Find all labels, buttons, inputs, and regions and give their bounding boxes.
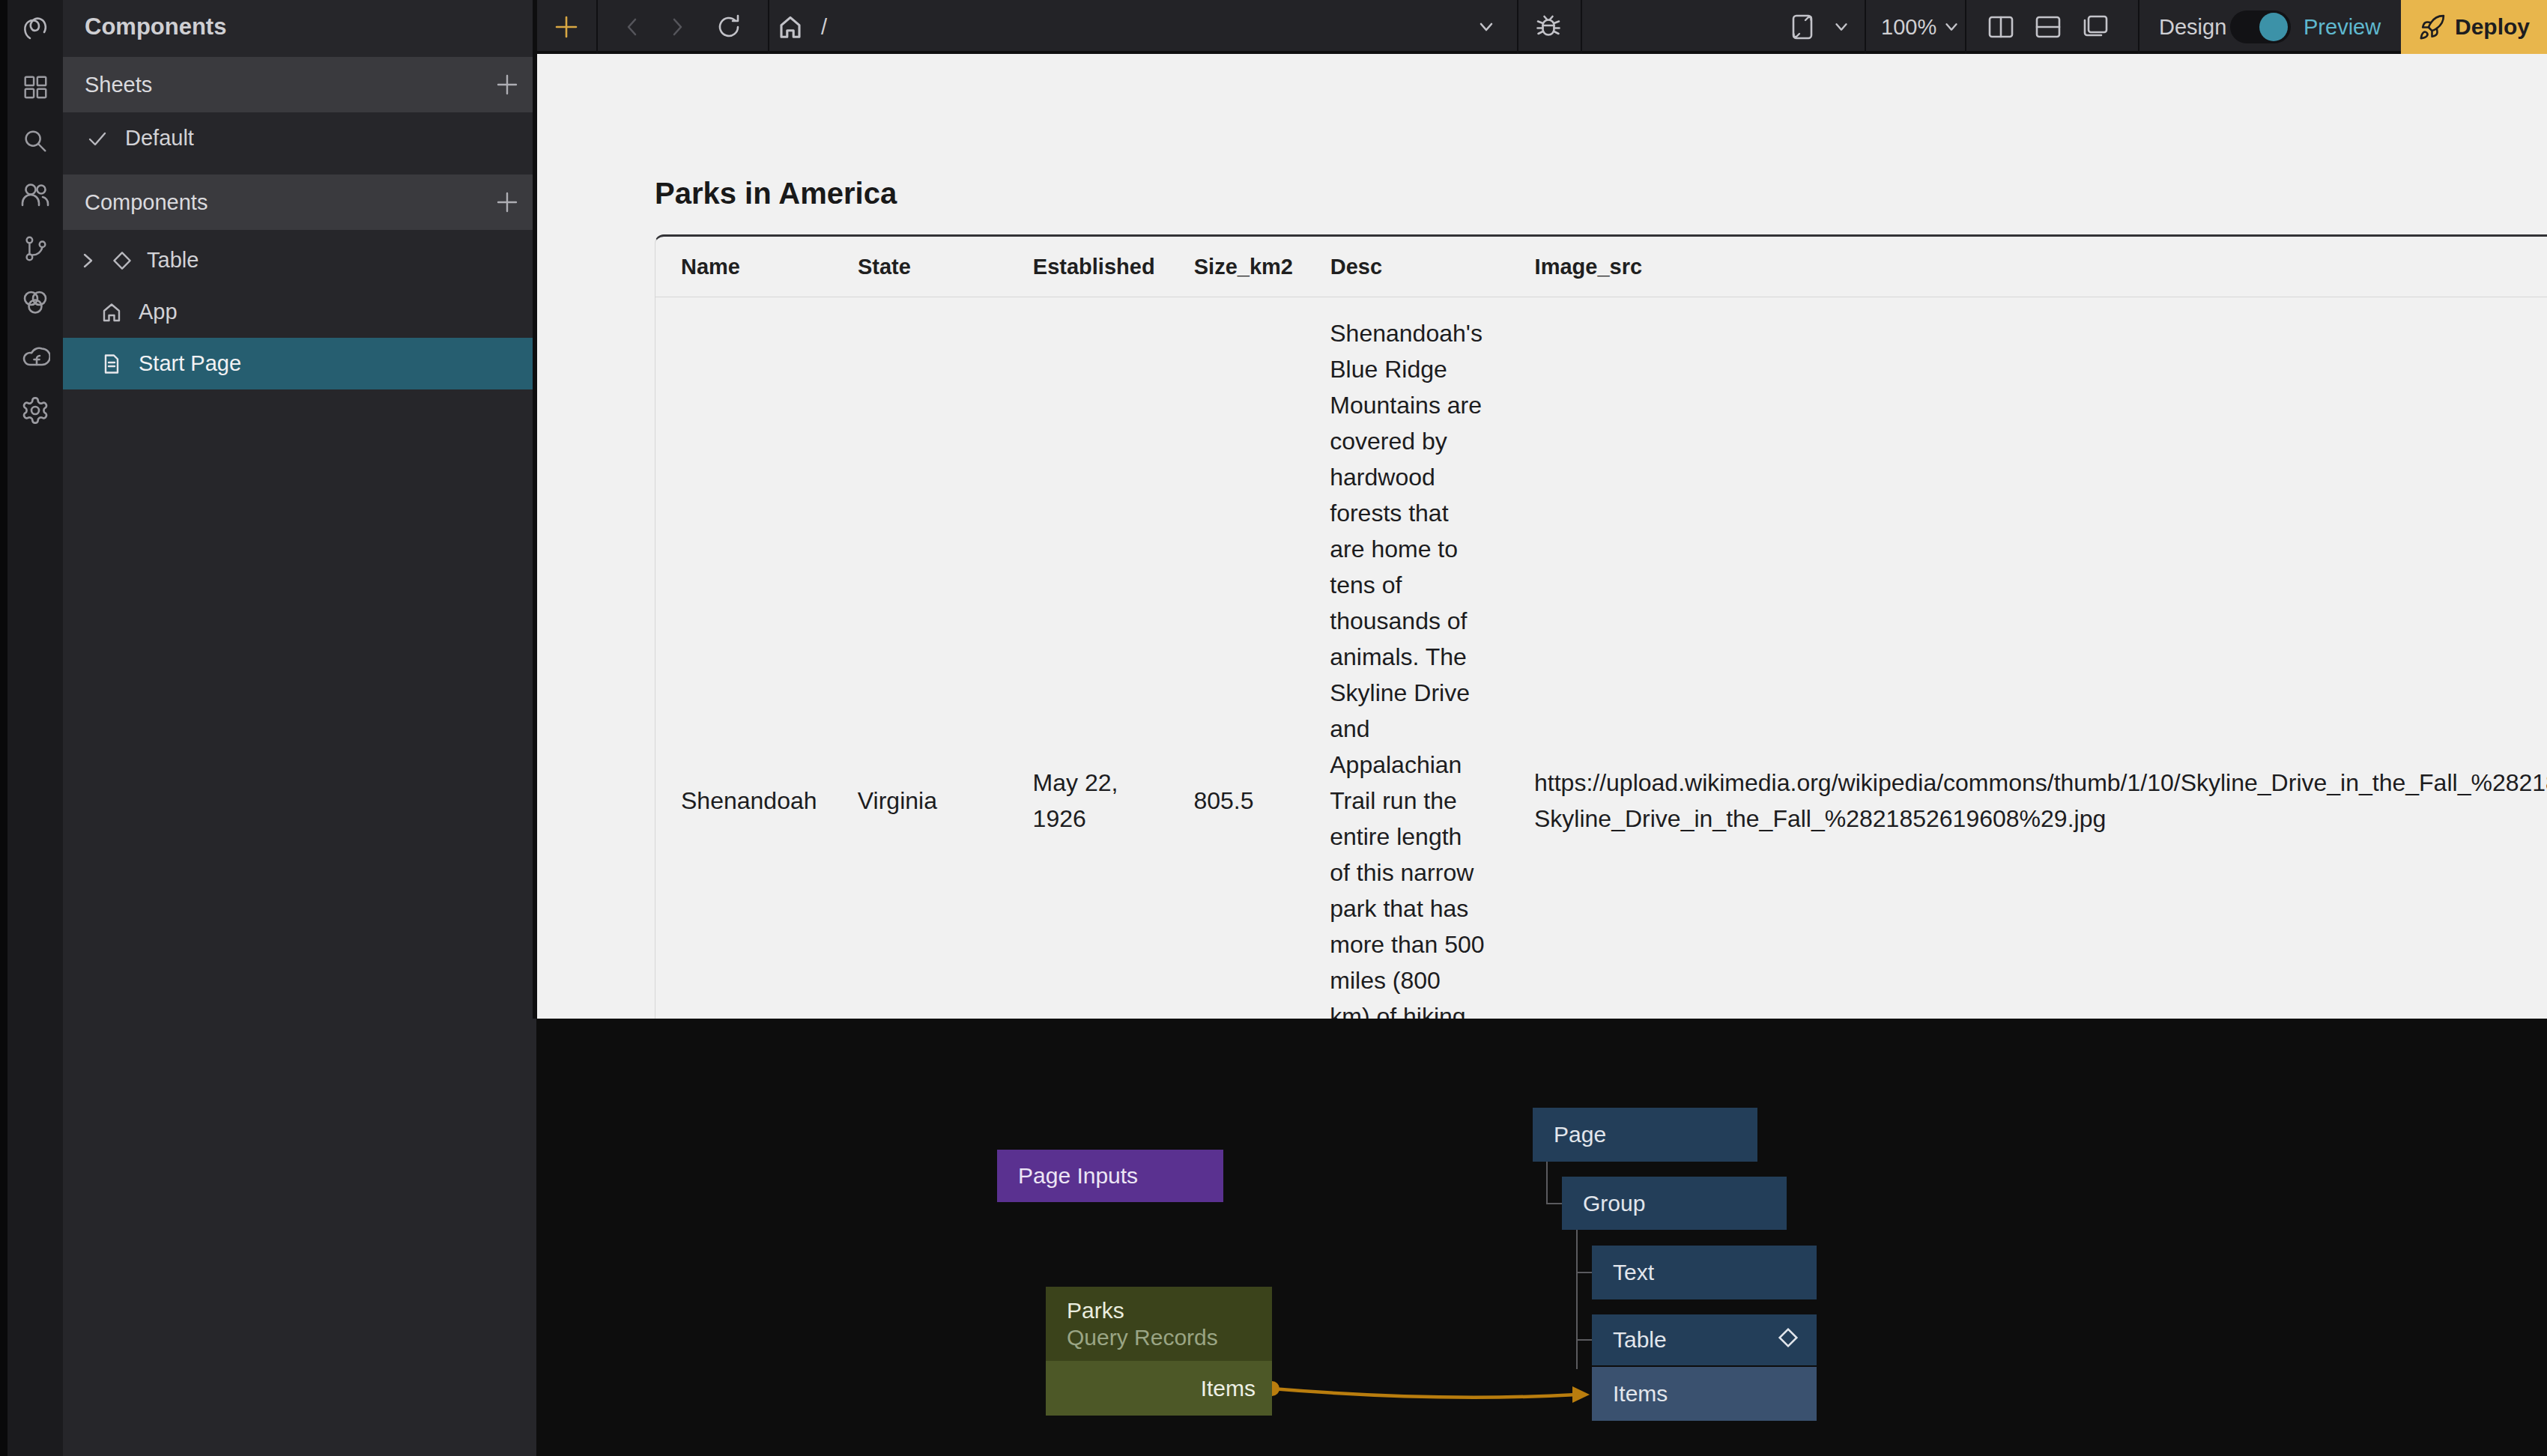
page-heading[interactable]: Parks in America xyxy=(655,177,2547,210)
edge-arrowhead xyxy=(1572,1386,1590,1403)
cell-name: Shenandoah xyxy=(655,765,832,837)
toggle-knob xyxy=(2259,13,2288,41)
design-label: Design xyxy=(2159,0,2226,54)
node-parks-query[interactable]: Parks Query Records xyxy=(1046,1287,1272,1361)
component-item-label: Start Page xyxy=(139,351,241,376)
node-page[interactable]: Page xyxy=(1533,1108,1757,1162)
component-item-label: App xyxy=(139,300,178,324)
icon-rail xyxy=(0,0,63,1456)
add-sheet-icon[interactable] xyxy=(494,72,520,97)
breadcrumb-home-button[interactable] xyxy=(775,12,806,42)
cell-established: May 22, 1926 xyxy=(1008,747,1169,855)
split-columns-button[interactable] xyxy=(1984,11,2018,43)
users-icon[interactable] xyxy=(20,180,50,210)
preview-label: Preview xyxy=(2304,0,2381,54)
component-item-start-page[interactable]: Start Page xyxy=(63,338,536,389)
add-button[interactable] xyxy=(550,12,583,42)
graph-edges xyxy=(536,1019,2547,1456)
node-table[interactable]: Table xyxy=(1592,1314,1817,1365)
check-icon xyxy=(86,127,109,150)
components-panel: Components Sheets Default Components Tab… xyxy=(63,0,536,1456)
deploy-label: Deploy xyxy=(2455,14,2530,40)
settings-gear-icon[interactable] xyxy=(20,395,50,425)
split-rows-button[interactable] xyxy=(2031,11,2065,43)
component-item-table[interactable]: Table xyxy=(63,234,536,286)
breadcrumb-path[interactable]: / xyxy=(821,0,827,54)
nav-forward-button[interactable] xyxy=(665,15,689,39)
design-canvas[interactable]: Parks in America Name State Established … xyxy=(536,54,2547,1019)
collections-icon[interactable] xyxy=(20,288,50,318)
column-header-image-src[interactable]: Image_src xyxy=(1509,237,2547,297)
page-file-icon xyxy=(100,353,123,375)
parks-table[interactable]: Name State Established Size_km2 Desc Ima… xyxy=(655,234,2547,1019)
table-component-icon xyxy=(1776,1326,1800,1355)
component-item-app[interactable]: App xyxy=(63,286,536,338)
components-section-label: Components xyxy=(85,190,208,215)
node-table-items-port[interactable]: Items xyxy=(1592,1367,1817,1421)
component-item-label: Table xyxy=(147,248,199,273)
cell-size-km2: 805.5 xyxy=(1168,765,1304,837)
app-logo-icon[interactable] xyxy=(20,12,50,42)
viewport-dropdown-icon[interactable] xyxy=(1831,18,1852,36)
nav-back-button[interactable] xyxy=(620,15,644,39)
windows-button[interactable] xyxy=(2078,11,2113,43)
sheets-section-label: Sheets xyxy=(85,73,152,97)
column-header-state[interactable]: State xyxy=(832,237,1008,297)
deploy-button[interactable]: Deploy xyxy=(2401,0,2547,54)
cloud-function-icon[interactable] xyxy=(20,342,50,371)
sheets-section-header: Sheets xyxy=(63,57,536,112)
refresh-button[interactable] xyxy=(713,12,745,42)
components-section-header: Components xyxy=(63,175,536,230)
table-row[interactable]: Shenandoah Virginia May 22, 1926 805.5 S… xyxy=(655,297,2547,1019)
table-component-icon xyxy=(111,249,133,272)
node-parks-items-port[interactable]: Items xyxy=(1046,1361,1272,1416)
design-preview-toggle[interactable] xyxy=(2230,10,2291,43)
search-icon[interactable] xyxy=(20,126,50,156)
query-title: Parks xyxy=(1046,1297,1272,1324)
toolbar: / 100% Design Preview xyxy=(536,0,2547,54)
column-header-established[interactable]: Established xyxy=(1008,237,1169,297)
zoom-level[interactable]: 100% xyxy=(1881,0,1936,54)
rocket-icon xyxy=(2418,13,2446,41)
add-component-icon[interactable] xyxy=(494,189,520,215)
app-window: Components Sheets Default Components Tab… xyxy=(0,0,2547,1456)
home-icon xyxy=(100,301,123,324)
node-group[interactable]: Group xyxy=(1562,1177,1787,1230)
table-header-row: Name State Established Size_km2 Desc Ima… xyxy=(655,237,2547,297)
cell-state: Virginia xyxy=(832,765,1008,837)
viewport-size-button[interactable] xyxy=(1786,11,1819,43)
column-header-desc[interactable]: Desc xyxy=(1305,237,1509,297)
panel-title: Components xyxy=(63,0,536,54)
sheet-item-default[interactable]: Default xyxy=(63,112,536,164)
panel-canvas-divider xyxy=(533,0,537,1019)
debug-bug-button[interactable] xyxy=(1531,10,1566,43)
chevron-right-icon[interactable] xyxy=(78,251,97,270)
grid-icon[interactable] xyxy=(20,72,50,102)
sheet-item-label: Default xyxy=(125,126,194,151)
cell-desc: Shenandoah's Blue Ridge Mountains are co… xyxy=(1304,297,1509,1019)
query-subtitle: Query Records xyxy=(1046,1324,1272,1351)
node-page-inputs[interactable]: Page Inputs xyxy=(997,1150,1223,1202)
data-edge xyxy=(1272,1389,1577,1398)
data-flow-panel: Page Inputs Page Group Text Table Items … xyxy=(536,1019,2547,1456)
node-text[interactable]: Text xyxy=(1592,1246,1817,1299)
path-dropdown-icon[interactable] xyxy=(1474,16,1498,37)
cell-image-src: https://upload.wikimedia.org/wikipedia/c… xyxy=(1509,747,2547,855)
column-header-name[interactable]: Name xyxy=(655,237,832,297)
version-branch-icon[interactable] xyxy=(20,234,50,264)
column-header-size-km2[interactable]: Size_km2 xyxy=(1169,237,1305,297)
zoom-dropdown-icon[interactable] xyxy=(1941,18,1962,36)
